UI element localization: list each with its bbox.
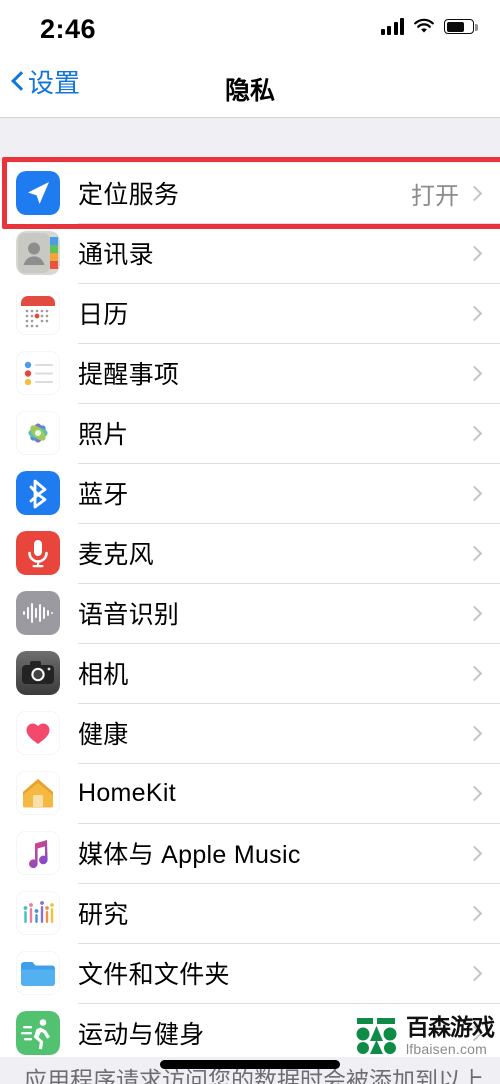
list-item-accessory: [466, 725, 500, 741]
list-item-accessory: [466, 245, 500, 261]
cellular-bars-icon: [380, 18, 404, 35]
bluetooth-icon: [16, 471, 60, 515]
microphone-icon: [16, 531, 60, 575]
chevron-right-icon: [466, 905, 483, 921]
location-services-icon: [16, 171, 60, 215]
homekit-icon: [16, 771, 60, 815]
list-top-spacer: [0, 118, 500, 163]
list-item-label: 媒体与 Apple Music: [78, 841, 301, 869]
watermark-title: 百森游戏: [406, 1014, 495, 1040]
list-item[interactable]: 相机: [0, 643, 500, 703]
chevron-right-icon: [466, 185, 483, 201]
list-item-accessory: [466, 785, 500, 801]
list-item[interactable]: 语音识别: [0, 583, 500, 643]
list-item-accessory: [466, 305, 500, 321]
list-item[interactable]: 通讯录: [0, 223, 500, 283]
list-item[interactable]: 健康: [0, 703, 500, 763]
chevron-right-icon: [466, 305, 483, 321]
list-item-label: 健康: [78, 721, 129, 749]
research-icon: [16, 891, 60, 935]
list-item-label: 文件和文件夹: [78, 961, 230, 989]
list-item-accessory: [466, 665, 500, 681]
list-item[interactable]: HomeKit: [0, 763, 500, 823]
photos-icon: [16, 411, 60, 455]
apple-music-icon: [16, 831, 60, 875]
wifi-icon: [413, 18, 435, 35]
list-item-label: 研究: [78, 901, 129, 929]
list-item-label: 照片: [78, 421, 129, 449]
list-item-label: 相机: [78, 661, 129, 689]
chevron-right-icon: [466, 365, 483, 381]
list-item-label: 日历: [78, 301, 129, 329]
list-item[interactable]: 照片: [0, 403, 500, 463]
chevron-right-icon: [466, 785, 483, 801]
chevron-right-icon: [466, 425, 483, 441]
list-item-accessory: [466, 425, 500, 441]
health-icon: [16, 711, 60, 755]
list-item[interactable]: 日历: [0, 283, 500, 343]
list-item-accessory: [466, 485, 500, 501]
chevron-right-icon: [466, 485, 483, 501]
list-item-label: 麦克风: [78, 541, 154, 569]
watermark-logo-icon: [355, 1016, 399, 1056]
calendar-icon: [16, 291, 60, 335]
files-icon: [16, 951, 60, 995]
navigation-bar: 设置 隐私: [0, 60, 500, 118]
list-item-label: 运动与健身: [78, 1021, 205, 1049]
chevron-right-icon: [466, 845, 483, 861]
list-item-value: 打开: [411, 182, 459, 210]
camera-icon: [16, 651, 60, 695]
contacts-icon: [16, 231, 60, 275]
iphone-screen: 2:46 设置 隐私 定位服务 打开通讯录日历提醒事项照片蓝牙麦克风语音识别相机健…: [0, 0, 500, 1084]
chevron-right-icon: [466, 605, 483, 621]
page-title: 隐私: [224, 77, 275, 105]
list-item-label: 语音识别: [78, 601, 180, 629]
list-item-accessory: [466, 365, 500, 381]
list-item-accessory: [466, 545, 500, 561]
list-item-label: HomeKit: [78, 778, 176, 807]
watermark: 百森游戏 lfbaisen.com: [355, 1014, 495, 1057]
chevron-right-icon: [466, 665, 483, 681]
status-bar: 2:46: [0, 0, 500, 60]
list-item-accessory: [466, 905, 500, 921]
chevron-right-icon: [466, 725, 483, 741]
battery-icon: [444, 19, 478, 34]
chevron-right-icon: [466, 965, 483, 981]
status-bar-indicators: [380, 18, 478, 35]
reminders-icon: [16, 351, 60, 395]
list-item[interactable]: 定位服务 打开: [0, 163, 500, 223]
list-item[interactable]: 提醒事项: [0, 343, 500, 403]
list-item-label: 通讯录: [78, 241, 154, 269]
list-item-label: 定位服务: [78, 181, 180, 209]
privacy-settings-list: 定位服务 打开通讯录日历提醒事项照片蓝牙麦克风语音识别相机健康 HomeKit 媒体与…: [0, 163, 500, 1063]
motion-fitness-icon: [16, 1011, 60, 1055]
list-item-label: 提醒事项: [78, 361, 180, 389]
list-item[interactable]: 文件和文件夹: [0, 943, 500, 1003]
list-item[interactable]: 蓝牙: [0, 463, 500, 523]
list-item[interactable]: 媒体与 Apple Music: [0, 823, 500, 883]
watermark-text: 百森游戏 lfbaisen.com: [406, 1014, 495, 1057]
list-item-accessory: [466, 965, 500, 981]
list-item-label: 蓝牙: [78, 481, 129, 509]
list-item[interactable]: 研究: [0, 883, 500, 943]
list-item-accessory: [466, 605, 500, 621]
chevron-right-icon: [466, 545, 483, 561]
home-indicator[interactable]: [160, 1060, 340, 1069]
speech-recognition-icon: [16, 591, 60, 635]
list-item-accessory: [466, 845, 500, 861]
list-item-accessory: 打开: [411, 176, 500, 211]
chevron-right-icon: [466, 245, 483, 261]
status-bar-time: 2:46: [40, 14, 97, 44]
list-item[interactable]: 麦克风: [0, 523, 500, 583]
watermark-subtitle: lfbaisen.com: [406, 1041, 487, 1057]
